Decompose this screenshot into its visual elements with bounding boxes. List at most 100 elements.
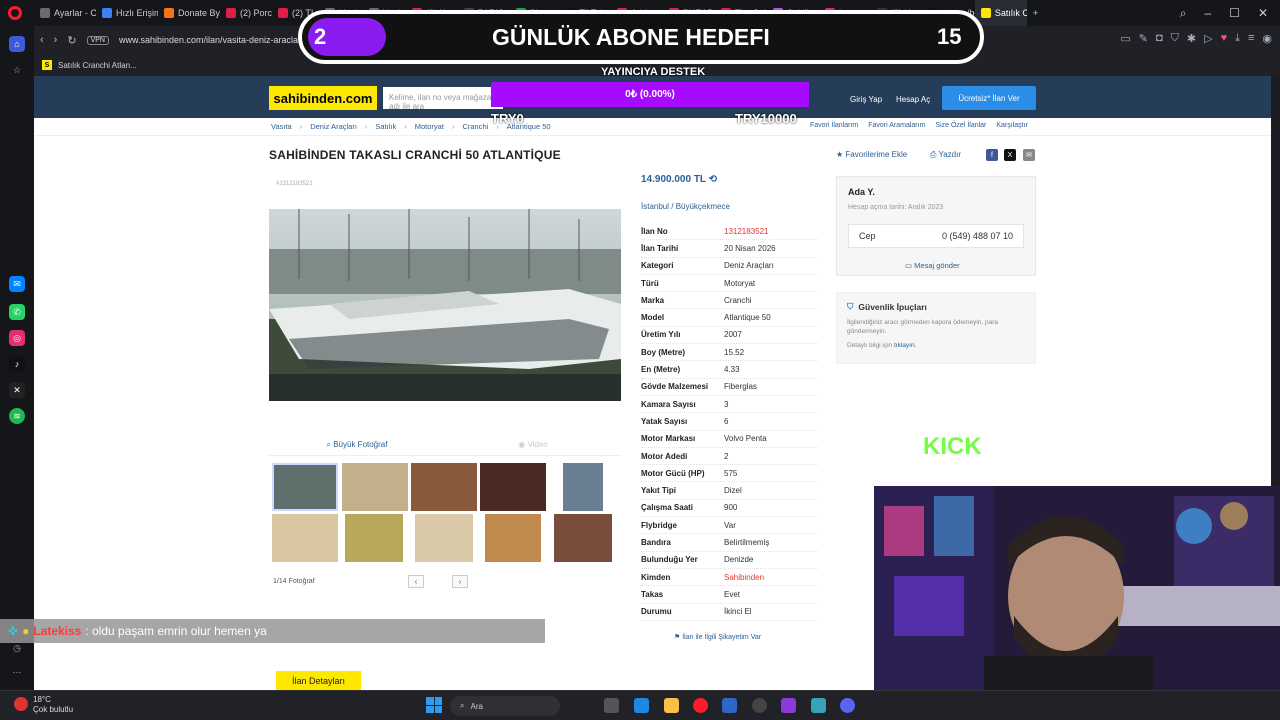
site-logo[interactable]: sahibinden.com — [269, 86, 377, 110]
taskbar-search[interactable]: ⌕ Ara — [450, 696, 560, 716]
flag-icon: ⚑ — [674, 634, 683, 641]
pin-icon[interactable]: ☆ — [9, 62, 25, 78]
app-icon[interactable] — [811, 698, 826, 713]
location[interactable]: İstanbul / Büyükçekmece — [641, 202, 730, 211]
safety-more-link[interactable]: tıklayın. — [894, 342, 916, 349]
user-link[interactable]: Size Özel İlanlar — [935, 122, 986, 129]
breadcrumb-item[interactable]: Motoryat — [415, 122, 444, 131]
breadcrumb-bar: Vasıta › Deniz Araçları › Satılık › Motoryat › C… — [34, 118, 1271, 136]
browser-tab[interactable]: Satılık Cranchi — [974, 0, 1027, 26]
email-share-icon[interactable]: ✉ — [1023, 149, 1035, 161]
thumbnail[interactable] — [554, 514, 612, 562]
breadcrumb-item[interactable]: Deniz Araçları — [310, 122, 357, 131]
user-link[interactable]: Karşılaştır — [996, 122, 1028, 129]
download-icon[interactable]: ⤓ — [1235, 32, 1240, 45]
seller-name[interactable]: Ada Y. — [848, 187, 875, 197]
opera-taskbar-icon[interactable] — [693, 698, 708, 713]
spec-value: Deniz Araçları — [724, 261, 774, 271]
discord-icon[interactable] — [840, 698, 855, 713]
copilot-icon[interactable] — [634, 698, 649, 713]
report-link[interactable]: ⚑ İlan ile İlgili Şikayetim Var — [674, 633, 761, 641]
close-window-icon[interactable]: ✕ — [1258, 6, 1268, 20]
search-tabs-icon[interactable]: ⌕ — [1180, 6, 1187, 21]
tab-favicon-icon — [40, 8, 50, 18]
tiktok-icon[interactable]: ♪ — [9, 356, 25, 372]
thumbnail[interactable] — [480, 463, 546, 511]
instagram-icon[interactable]: ◎ — [9, 330, 25, 346]
bookmark-item[interactable]: Satılık Cranchi Atlan... — [58, 61, 137, 70]
spotify-icon[interactable]: ≋ — [9, 408, 25, 424]
breadcrumb-item[interactable]: Vasıta — [271, 122, 292, 131]
prev-photo-button[interactable]: ‹ — [408, 575, 424, 588]
user-link[interactable]: Favori İlanlarım — [810, 122, 858, 129]
main-photo[interactable] — [269, 209, 621, 401]
phone-number[interactable]: 0 (549) 488 07 10 — [942, 231, 1013, 241]
thumbnail[interactable] — [563, 463, 603, 511]
messenger-icon[interactable]: ✉ — [9, 276, 25, 292]
search-input[interactable]: Kelime, ilan no veya mağaza adı ile ara — [383, 87, 503, 111]
store-icon[interactable] — [722, 698, 737, 713]
favorite-link[interactable]: ★ Favorilerime Ekle — [836, 150, 907, 159]
minimize-icon[interactable]: – — [1204, 6, 1211, 20]
new-tab-button[interactable]: + — [1027, 0, 1044, 26]
breadcrumb-item[interactable]: Satılık — [375, 122, 396, 131]
vpn-badge[interactable]: VPN — [86, 35, 109, 45]
shield-icon[interactable]: ⛉ — [1171, 32, 1179, 45]
message-link[interactable]: ▭ Mesaj gönder — [905, 261, 960, 270]
profile-icon[interactable]: ◉ — [1262, 32, 1272, 45]
price-history-icon[interactable]: ⟲ — [709, 174, 717, 185]
task-view-icon[interactable] — [604, 698, 619, 713]
x-icon[interactable]: ✕ — [9, 382, 25, 398]
app-icon[interactable] — [781, 698, 796, 713]
obs-icon[interactable] — [752, 698, 767, 713]
extension-icon[interactable]: ✱ — [1187, 32, 1196, 45]
browser-tab[interactable]: Donate By — [158, 0, 220, 26]
x-share-icon[interactable]: X — [1004, 149, 1016, 161]
phone-box: Cep 0 (549) 488 07 10 — [848, 224, 1024, 248]
tab-video[interactable]: ◉ Video — [445, 440, 621, 455]
thumbnail[interactable] — [272, 514, 338, 562]
register-link[interactable]: Hesap Aç — [896, 95, 930, 104]
print-link[interactable]: ⎙ Yazdır — [930, 150, 961, 160]
thumbnail[interactable] — [411, 463, 477, 511]
weather-widget[interactable]: 18°C Çok bulutlu — [33, 695, 73, 715]
opera-logo-icon[interactable] — [8, 6, 22, 20]
browser-tab[interactable]: Ayarlar - C — [34, 0, 96, 26]
login-link[interactable]: Giriş Yap — [850, 95, 882, 104]
spec-key: En (Metre) — [641, 365, 681, 375]
thumbnail[interactable] — [342, 463, 408, 511]
tab-big-photo[interactable]: ⌕ Büyük Fotoğraf — [269, 440, 445, 455]
file-explorer-icon[interactable] — [664, 698, 679, 713]
forward-icon[interactable]: › — [54, 34, 58, 46]
breadcrumb-item[interactable]: Cranchi — [462, 122, 488, 131]
browser-tab[interactable]: (2) Porchc — [220, 0, 272, 26]
home-icon[interactable]: ⌂ — [9, 36, 25, 52]
more-icon[interactable]: ⋯ — [9, 664, 25, 680]
tab-island-icon[interactable]: ▭ — [1120, 32, 1130, 45]
reload-icon[interactable]: ↻ — [67, 34, 76, 47]
spec-value: Cranchi — [724, 295, 752, 305]
heart-icon[interactable]: ♥ — [1221, 32, 1228, 45]
spec-key: Motor Adedi — [641, 451, 688, 461]
camera-icon[interactable]: ◘ — [1156, 32, 1163, 45]
maximize-icon[interactable]: ☐ — [1229, 6, 1240, 20]
edit-icon[interactable]: ✎ — [1139, 32, 1148, 45]
listing-id-small: #1312183521 — [276, 181, 313, 187]
next-photo-button[interactable]: › — [452, 575, 468, 588]
whatsapp-icon[interactable]: ✆ — [9, 304, 25, 320]
details-tab[interactable]: İlan Detayları — [276, 671, 361, 690]
start-icon[interactable] — [426, 697, 442, 713]
post-ad-button[interactable]: Ücretsiz* İlan Ver — [942, 86, 1036, 110]
menu-icon[interactable]: ≡ — [1248, 32, 1254, 45]
thumbnail[interactable] — [345, 514, 403, 562]
breadcrumb-separator-icon: › — [451, 122, 455, 131]
facebook-share-icon[interactable]: f — [986, 149, 998, 161]
thumbnail[interactable] — [272, 463, 338, 511]
spec-value: 900 — [724, 503, 738, 513]
browser-tab[interactable]: Hızlı Erişim — [96, 0, 158, 26]
play-icon[interactable]: ▷ — [1204, 32, 1212, 45]
user-link[interactable]: Favori Aramalarım — [868, 122, 925, 129]
thumbnail[interactable] — [485, 514, 541, 562]
thumbnail[interactable] — [415, 514, 473, 562]
back-icon[interactable]: ‹ — [40, 34, 44, 46]
